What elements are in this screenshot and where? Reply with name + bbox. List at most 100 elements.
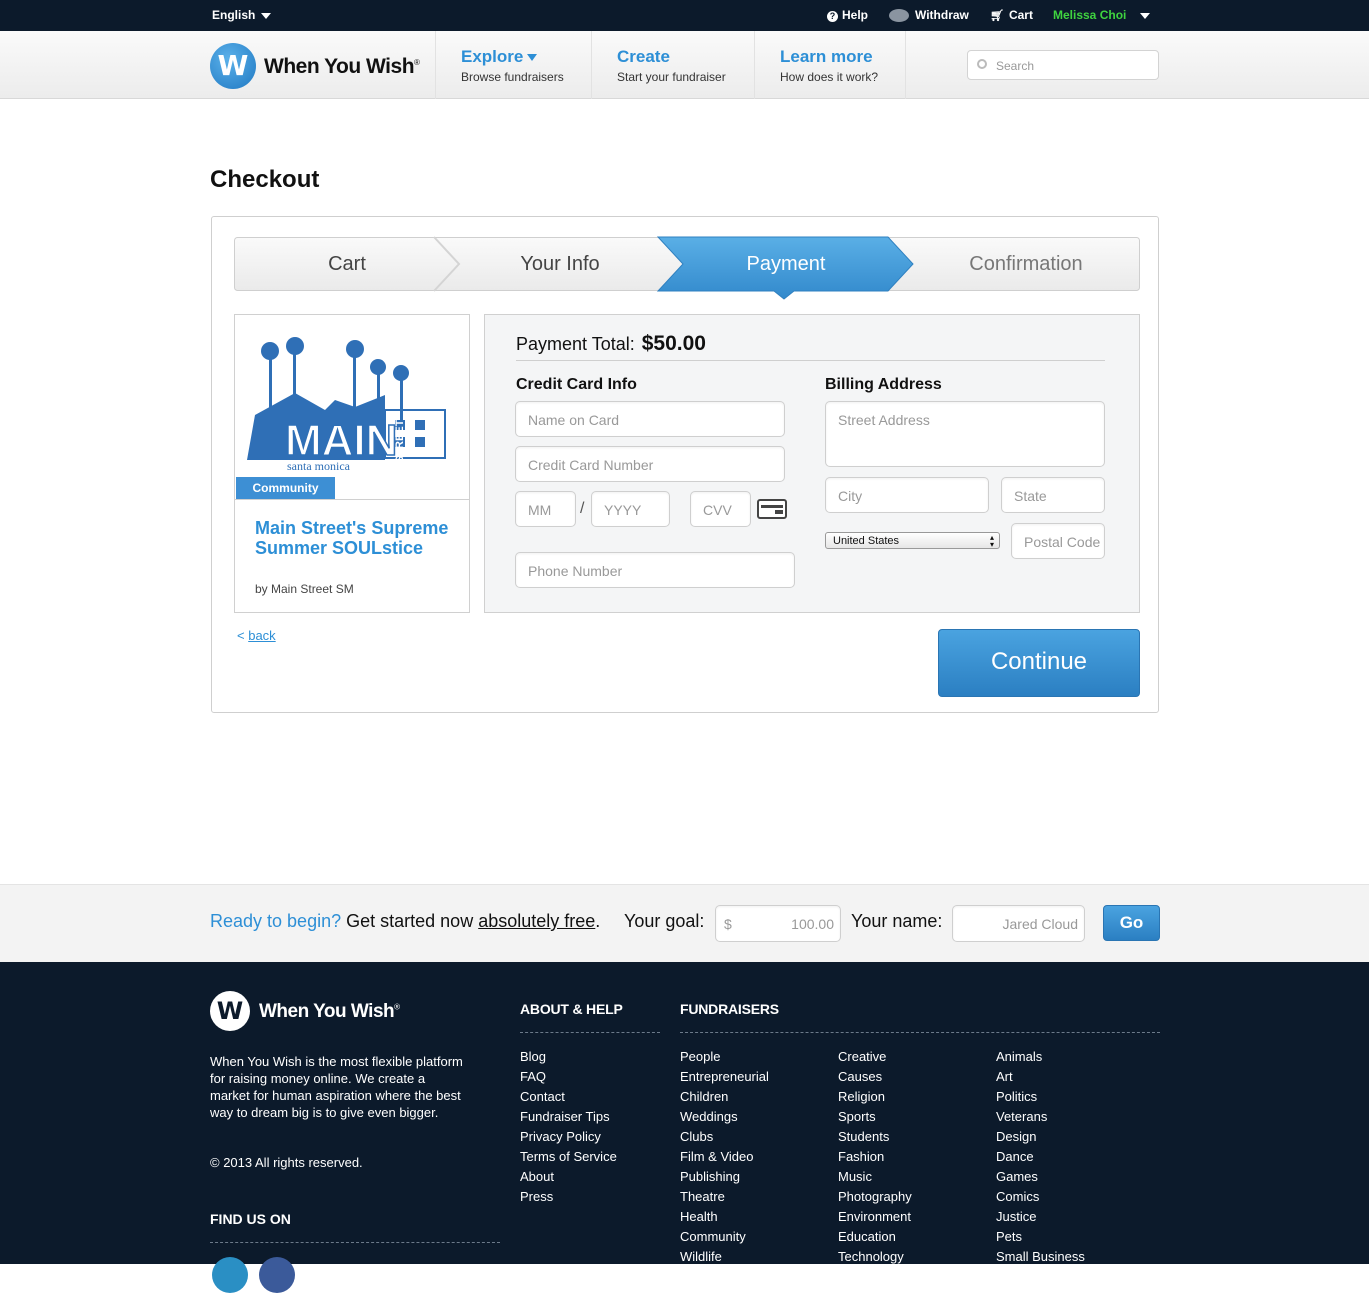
cart-label: Cart <box>1008 8 1033 22</box>
step-payment: Payment <box>746 253 826 275</box>
product-logo-sub: santa monica <box>287 459 351 473</box>
card-number-field[interactable]: Credit Card Number <box>515 446 785 482</box>
footer-link[interactable]: People <box>680 1049 769 1069</box>
brand-name[interactable]: When You Wish® <box>264 55 420 79</box>
footer-link[interactable]: Students <box>838 1129 912 1149</box>
footer-logo-icon[interactable]: W <box>210 991 250 1031</box>
social-icon[interactable] <box>259 1257 295 1293</box>
footer-link[interactable]: About <box>520 1169 617 1189</box>
phone-field[interactable]: Phone Number <box>515 552 795 588</box>
footer-link[interactable]: Press <box>520 1189 617 1209</box>
footer-link[interactable]: Blog <box>520 1049 617 1069</box>
nav-create[interactable]: Create Start your fundraiser <box>591 31 754 99</box>
divider <box>680 1032 1160 1033</box>
logo-icon[interactable]: W <box>210 43 256 89</box>
footer-link[interactable]: Fashion <box>838 1149 912 1169</box>
footer-link[interactable]: Veterans <box>996 1109 1085 1129</box>
footer-link[interactable]: Justice <box>996 1209 1085 1229</box>
footer-brand-name[interactable]: When You Wish® <box>259 1001 400 1023</box>
footer-link[interactable]: Children <box>680 1089 769 1109</box>
footer-link[interactable]: Photography <box>838 1189 912 1209</box>
help-link[interactable]: ? Help <box>827 8 868 22</box>
credit-card-heading: Credit Card Info <box>516 376 637 393</box>
footer-link[interactable]: Fundraiser Tips <box>520 1109 617 1129</box>
country-select[interactable]: United States ▴ ▾ <box>825 532 1000 549</box>
footer-link[interactable]: Music <box>838 1169 912 1189</box>
chevron-down-icon <box>261 12 272 19</box>
find-us-heading: FIND US ON <box>210 1211 291 1227</box>
postal-code-field[interactable]: Postal Code <box>1011 523 1105 559</box>
footer-link[interactable]: Games <box>996 1169 1085 1189</box>
cvv-field[interactable]: CVV <box>690 491 751 527</box>
footer-link[interactable]: Creative <box>838 1049 912 1069</box>
step-your-info[interactable]: Your Info <box>460 253 660 276</box>
state-field[interactable]: State <box>1001 477 1105 513</box>
goal-input[interactable]: $ 100.00 <box>715 905 841 942</box>
footer-link[interactable]: Education <box>838 1229 912 1249</box>
nav-learn-subtitle: How does it work? <box>780 70 879 84</box>
product-title[interactable]: Main Street's Supreme Summer SOULstice <box>255 518 455 558</box>
footer-link[interactable]: Design <box>996 1129 1085 1149</box>
search-input[interactable]: Search <box>967 50 1159 80</box>
language-selector[interactable]: English <box>212 8 272 22</box>
footer-link[interactable]: Dance <box>996 1149 1085 1169</box>
billing-heading: Billing Address <box>825 376 942 393</box>
footer-link[interactable]: Film & Video <box>680 1149 769 1169</box>
footer-link[interactable]: Technology <box>838 1249 912 1269</box>
nav-learn-more[interactable]: Learn more How does it work? <box>754 31 906 99</box>
payment-total-label: Payment Total: <box>516 334 635 354</box>
product-card[interactable]: MAIN STREET santa monica <box>234 314 470 613</box>
footer-link[interactable]: Privacy Policy <box>520 1129 617 1149</box>
street-address-field[interactable]: Street Address <box>825 401 1105 467</box>
expiry-month-field[interactable]: MM <box>515 491 576 527</box>
footer-link[interactable]: Entrepreneurial <box>680 1069 769 1089</box>
footer-link[interactable]: Causes <box>838 1069 912 1089</box>
footer-link[interactable]: Contact <box>520 1089 617 1109</box>
divider <box>235 499 469 500</box>
fundraiser-links-col2: Creative Causes Religion Sports Students… <box>838 1049 912 1269</box>
footer-link[interactable]: FAQ <box>520 1069 617 1089</box>
name-on-card-field[interactable]: Name on Card <box>515 401 785 437</box>
cart-link[interactable]: 🛒︎ Cart <box>990 8 1033 22</box>
go-button[interactable]: Go <box>1103 905 1160 941</box>
footer-link[interactable]: Art <box>996 1069 1085 1089</box>
help-icon: ? <box>827 11 838 22</box>
footer-link[interactable]: Wildlife <box>680 1249 769 1269</box>
footer-link[interactable]: Weddings <box>680 1109 769 1129</box>
continue-button[interactable]: Continue <box>938 629 1140 697</box>
user-menu[interactable]: Melissa Choi <box>1053 8 1126 22</box>
fundraiser-links-col1: People Entrepreneurial Children Weddings… <box>680 1049 769 1269</box>
user-menu-toggle[interactable] <box>1140 8 1150 22</box>
goal-value: 100.00 <box>791 916 834 932</box>
footer-link[interactable]: Publishing <box>680 1169 769 1189</box>
footer-link[interactable]: Theatre <box>680 1189 769 1209</box>
footer-link[interactable]: Small Business <box>996 1249 1085 1269</box>
registered-mark: ® <box>414 58 420 67</box>
footer-link[interactable]: Pets <box>996 1229 1085 1249</box>
step-cart[interactable]: Cart <box>234 253 460 276</box>
get-started-bar: Ready to begin? Get started now absolute… <box>0 884 1369 962</box>
ready-free-link[interactable]: absolutely free <box>478 911 595 931</box>
user-name: Melissa Choi <box>1053 8 1127 22</box>
social-icon[interactable] <box>212 1257 248 1293</box>
footer-link[interactable]: Animals <box>996 1049 1085 1069</box>
footer-link[interactable]: Terms of Service <box>520 1149 617 1169</box>
withdraw-link[interactable]: Withdraw <box>889 8 969 23</box>
footer-link[interactable]: Comics <box>996 1189 1085 1209</box>
city-field[interactable]: City <box>825 477 989 513</box>
name-input[interactable]: Jared Cloud <box>952 905 1085 942</box>
footer-link[interactable]: Health <box>680 1209 769 1229</box>
nav-explore[interactable]: Explore Browse fundraisers <box>435 31 591 99</box>
footer-link[interactable]: Politics <box>996 1089 1085 1109</box>
footer-link[interactable]: Community <box>680 1229 769 1249</box>
footer-link[interactable]: Religion <box>838 1089 912 1109</box>
chevron-down-icon <box>527 54 538 62</box>
name-value: Jared Cloud <box>1002 916 1079 932</box>
search-placeholder: Search <box>996 59 1035 73</box>
footer-link[interactable]: Sports <box>838 1109 912 1129</box>
fundraisers-heading: FUNDRAISERS <box>680 1001 779 1017</box>
footer-link[interactable]: Environment <box>838 1209 912 1229</box>
back-link[interactable]: < back <box>237 628 276 643</box>
expiry-year-field[interactable]: YYYY <box>591 491 670 527</box>
footer-link[interactable]: Clubs <box>680 1129 769 1149</box>
